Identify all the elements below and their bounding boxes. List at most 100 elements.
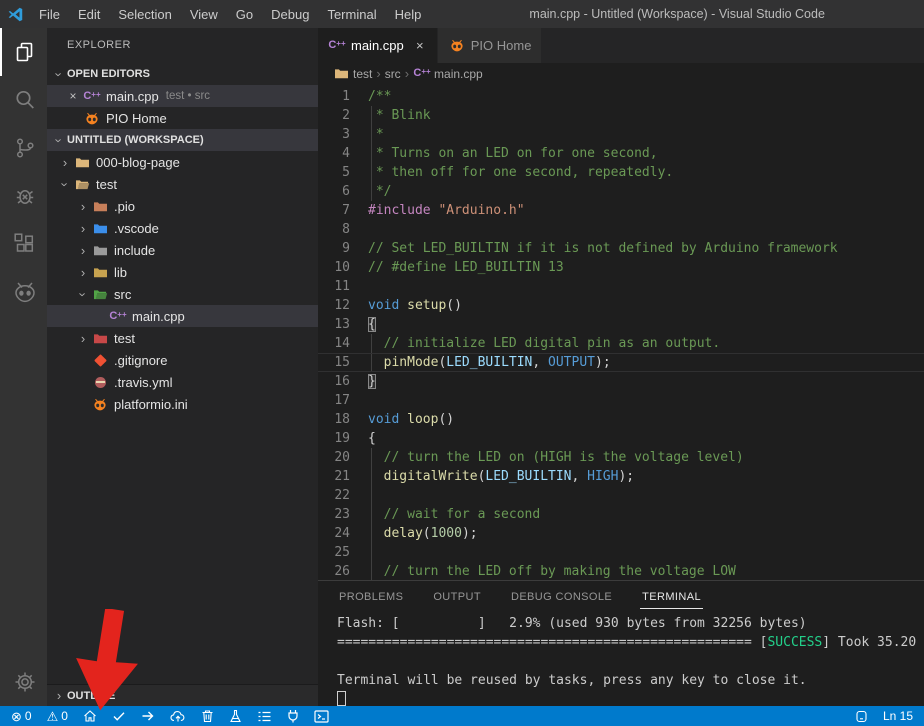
panel-tab-problems[interactable]: PROBLEMS xyxy=(337,586,405,609)
breadcrumb-src[interactable]: src xyxy=(385,67,401,81)
menu-selection[interactable]: Selection xyxy=(109,0,180,28)
code-line-1[interactable]: 1/** xyxy=(318,87,924,106)
code-line-4[interactable]: 4 * Turns on an LED on for one second, xyxy=(318,144,924,163)
folder-pio-icon xyxy=(91,198,109,214)
chevron-down-icon[interactable]: › xyxy=(58,176,73,192)
tree-item--pio[interactable]: ›.pio xyxy=(47,195,318,217)
workspace-header[interactable]: › UNTITLED (WORKSPACE) xyxy=(47,129,318,151)
code-line-6[interactable]: 6 */ xyxy=(318,182,924,201)
code-line-2[interactable]: 2 * Blink xyxy=(318,106,924,125)
tree-item-test[interactable]: ›test xyxy=(47,327,318,349)
code-line-13[interactable]: 13{ xyxy=(318,315,924,334)
tab-pio-home[interactable]: PIO Home xyxy=(438,28,543,63)
code-line-21[interactable]: 21 digitalWrite(LED_BUILTIN, HIGH); xyxy=(318,467,924,486)
breadcrumb-test[interactable]: test xyxy=(332,66,372,82)
status-line-col[interactable]: Ln 15 xyxy=(880,706,916,726)
code-editor[interactable]: 1/**2 * Blink3 *4 * Turns on an LED on f… xyxy=(318,84,924,580)
activity-search-icon[interactable] xyxy=(0,76,47,124)
code-line-12[interactable]: 12void setup() xyxy=(318,296,924,315)
status-pio-test-icon[interactable] xyxy=(226,706,245,726)
activity-extensions-icon[interactable] xyxy=(0,220,47,268)
code-line-20[interactable]: 20 // turn the LED on (HIGH is the volta… xyxy=(318,448,924,467)
status-pio-build-icon[interactable] xyxy=(109,706,129,726)
open-editors-header[interactable]: › OPEN EDITORS xyxy=(47,63,318,85)
menu-terminal[interactable]: Terminal xyxy=(318,0,385,28)
terminal-text: ========================================… xyxy=(337,635,767,650)
menu-go[interactable]: Go xyxy=(227,0,262,28)
tree-item--travis-yml[interactable]: .travis.yml xyxy=(47,371,318,393)
breadcrumb-main-cpp[interactable]: C++main.cpp xyxy=(413,66,483,82)
code-line-24[interactable]: 24 delay(1000); xyxy=(318,524,924,543)
menu-file[interactable]: File xyxy=(30,0,69,28)
code-line-9[interactable]: 9// Set LED_BUILTIN if it is not defined… xyxy=(318,239,924,258)
open-editor-item[interactable]: ×C++main.cpptest • src xyxy=(47,85,318,107)
outline-header[interactable]: › OUTLINE xyxy=(47,684,318,706)
status-pio-serial-monitor-icon[interactable] xyxy=(284,706,302,726)
close-icon[interactable]: × xyxy=(65,89,81,103)
code-line-3[interactable]: 3 * xyxy=(318,125,924,144)
chevron-right-icon[interactable]: › xyxy=(75,243,91,258)
panel-tab-output[interactable]: OUTPUT xyxy=(431,586,483,609)
code-line-10[interactable]: 10// #define LED_BUILTIN 13 xyxy=(318,258,924,277)
activity-files-icon[interactable] xyxy=(0,28,47,76)
chevron-down-icon[interactable]: › xyxy=(76,286,91,302)
activity-source-control-icon[interactable] xyxy=(0,124,47,172)
status-feedback-icon[interactable] xyxy=(852,706,871,726)
code-line-18[interactable]: 18void loop() xyxy=(318,410,924,429)
tree-item-lib[interactable]: ›lib xyxy=(47,261,318,283)
code-line-25[interactable]: 25 xyxy=(318,543,924,562)
status-pio-run-task-icon[interactable] xyxy=(254,706,275,726)
close-icon[interactable]: × xyxy=(413,38,427,53)
chevron-right-icon[interactable]: › xyxy=(75,199,91,214)
code-line-5[interactable]: 5 * then off for one second, repeatedly. xyxy=(318,163,924,182)
status-pio-clean-icon[interactable] xyxy=(198,706,217,726)
tree-item-src[interactable]: ›src xyxy=(47,283,318,305)
menu-edit[interactable]: Edit xyxy=(69,0,109,28)
tree-item-include[interactable]: ›include xyxy=(47,239,318,261)
terminal-output[interactable]: Flash: [ ] 2.9% (used 930 bytes from 322… xyxy=(318,614,924,706)
status-pio-terminal-icon[interactable] xyxy=(311,706,332,726)
chevron-right-icon[interactable]: › xyxy=(75,221,91,236)
menu-help[interactable]: Help xyxy=(386,0,431,28)
code-line-11[interactable]: 11 xyxy=(318,277,924,296)
status-pio-home-icon[interactable] xyxy=(80,706,100,726)
status-pio-upload-icon[interactable] xyxy=(138,706,158,726)
code-line-7[interactable]: 7#include "Arduino.h" xyxy=(318,201,924,220)
status-pio-remote-upload-icon[interactable] xyxy=(167,706,189,726)
open-editor-item[interactable]: PIO Home xyxy=(47,107,318,129)
activity-platformio-icon[interactable] xyxy=(0,268,47,316)
code-line-22[interactable]: 22 xyxy=(318,486,924,505)
tree-item-000-blog-page[interactable]: ›000-blog-page xyxy=(47,151,318,173)
code-line-19[interactable]: 19{ xyxy=(318,429,924,448)
panel-tab-debug-console[interactable]: DEBUG CONSOLE xyxy=(509,586,614,609)
code-line-16[interactable]: 16} xyxy=(318,372,924,391)
editor-tab-bar: C++main.cpp×PIO Home xyxy=(318,28,924,63)
menu-debug[interactable]: Debug xyxy=(262,0,318,28)
tree-item--gitignore[interactable]: .gitignore xyxy=(47,349,318,371)
code-token: () xyxy=(446,298,462,313)
status-warning[interactable]: ⚠0 xyxy=(44,706,71,726)
code-line-17[interactable]: 17 xyxy=(318,391,924,410)
code-token: { xyxy=(368,317,376,332)
tree-item-main-cpp[interactable]: C++main.cpp xyxy=(47,305,318,327)
code-line-8[interactable]: 8 xyxy=(318,220,924,239)
tree-item-platformio-ini[interactable]: platformio.ini xyxy=(47,393,318,415)
panel-tab-terminal[interactable]: TERMINAL xyxy=(640,586,703,609)
chevron-right-icon[interactable]: › xyxy=(75,331,91,346)
code-line-15[interactable]: 15 pinMode(LED_BUILTIN, OUTPUT); xyxy=(318,353,924,372)
code-token: * Turns on an LED on for one second, xyxy=(368,146,658,161)
activity-settings-icon[interactable] xyxy=(0,658,47,706)
tree-item--vscode[interactable]: ›.vscode xyxy=(47,217,318,239)
line-number: 4 xyxy=(318,144,350,163)
code-line-14[interactable]: 14 // initialize LED digital pin as an o… xyxy=(318,334,924,353)
chevron-right-icon[interactable]: › xyxy=(57,155,73,170)
activity-debug-icon[interactable] xyxy=(0,172,47,220)
code-token: , xyxy=(572,469,588,484)
chevron-right-icon[interactable]: › xyxy=(75,265,91,280)
tab-main-cpp[interactable]: C++main.cpp× xyxy=(318,28,438,63)
status-error[interactable]: ⊗0 xyxy=(8,706,35,726)
menu-view[interactable]: View xyxy=(181,0,227,28)
code-line-26[interactable]: 26 // turn the LED off by making the vol… xyxy=(318,562,924,580)
code-line-23[interactable]: 23 // wait for a second xyxy=(318,505,924,524)
tree-item-test[interactable]: ›test xyxy=(47,173,318,195)
